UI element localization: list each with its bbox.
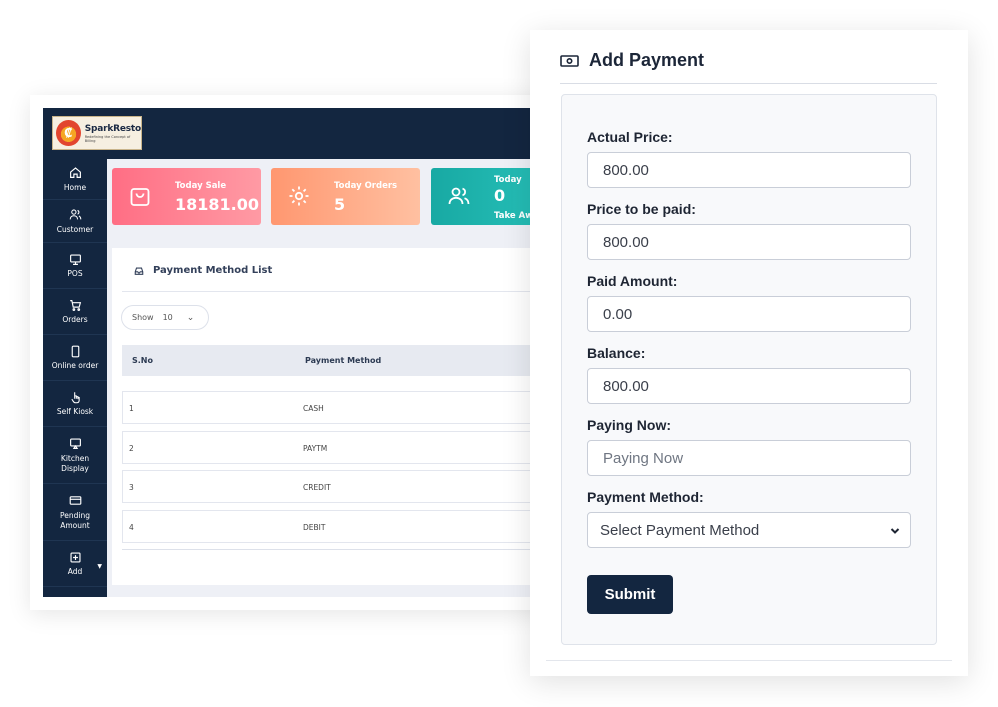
monitor-icon <box>68 252 82 266</box>
card-icon <box>68 494 82 508</box>
money-bill-icon <box>560 54 579 67</box>
cart-icon <box>68 298 82 312</box>
sidebar-item-label: Pending Amount <box>60 510 90 530</box>
add-payment-title: Add Payment <box>589 50 705 70</box>
users-icon <box>68 208 82 222</box>
cell-sno: 4 <box>129 523 134 532</box>
stat-value: 0 <box>494 186 506 205</box>
table-header: S.No Payment Method <box>122 345 590 376</box>
sidebar-item-online-order[interactable]: Online order <box>43 335 107 381</box>
paid-amount-field[interactable]: 0.00 <box>587 296 911 332</box>
divider <box>546 660 952 661</box>
stat-label: Today <box>494 175 522 185</box>
sidebar-item-add[interactable]: Add ▼ <box>43 541 107 587</box>
column-header-sno[interactable]: S.No <box>132 356 153 365</box>
cell-payment-method: DEBIT <box>303 523 326 532</box>
brand-name: SparkResto <box>84 123 142 134</box>
screenshot-stage: ₡ SparkResto Redefining the Concept of B… <box>0 0 998 707</box>
sidebar-item-kitchen-display[interactable]: Kitchen Display <box>43 427 107 484</box>
balance-label: Balance: <box>587 345 646 361</box>
submit-button[interactable]: Submit <box>587 575 673 614</box>
cell-payment-method: CREDIT <box>303 483 331 492</box>
actual-price-field[interactable]: 800.00 <box>587 152 911 188</box>
stat-label: Today Orders <box>334 181 398 191</box>
plus-square-icon <box>68 550 82 564</box>
logo-icon: ₡ <box>56 120 81 146</box>
divider <box>122 291 590 292</box>
sidebar-item-label: Add <box>67 567 83 576</box>
mobile-icon <box>68 344 82 358</box>
cell-payment-method: PAYTM <box>303 444 328 453</box>
add-payment-header: Add Payment <box>560 50 704 71</box>
sidebar-item-label: Kitchen Display <box>60 453 90 473</box>
column-header-payment-method[interactable]: Payment Method <box>305 356 381 365</box>
actual-price-label: Actual Price: <box>587 129 673 145</box>
payment-method-label: Payment Method: <box>587 489 704 505</box>
table-row[interactable]: 2 PAYTM <box>122 431 590 464</box>
sidebar-item-label: Orders <box>62 315 88 324</box>
sparkresto-app: ₡ SparkResto Redefining the Concept of B… <box>43 108 590 597</box>
stat-sublabel: Take Aw <box>494 211 534 221</box>
price-to-be-paid-field[interactable]: 800.00 <box>587 224 911 260</box>
cell-payment-method: CASH <box>303 404 324 413</box>
sidebar-item-pos[interactable]: POS <box>43 243 107 289</box>
home-icon <box>68 166 82 180</box>
paid-amount-label: Paid Amount: <box>587 273 678 289</box>
show-label: Show <box>132 313 154 322</box>
divider <box>560 83 937 84</box>
add-payment-card: Add Payment Actual Price: 800.00 Price t… <box>530 30 968 676</box>
balance-field[interactable]: 800.00 <box>587 368 911 404</box>
hand-pointer-icon <box>68 390 82 404</box>
stat-label: Today Sale <box>175 181 227 191</box>
today-orders-card[interactable]: Today Orders 5 <box>271 168 420 225</box>
sidebar-item-self-kiosk[interactable]: Self Kiosk <box>43 381 107 427</box>
sidebar-item-customer[interactable]: Customer <box>43 200 107 243</box>
sidebar-item-label: Customer <box>56 224 94 234</box>
sidebar-item-label: Self Kiosk <box>56 407 94 416</box>
users-icon <box>447 184 471 208</box>
sidebar-item-pending-amount[interactable]: Pending Amount <box>43 484 107 541</box>
gear-icon <box>287 184 311 208</box>
stat-value: 18181.00 <box>175 195 260 214</box>
price-to-be-paid-label: Price to be paid: <box>587 201 696 217</box>
cell-sno: 3 <box>129 483 134 492</box>
add-payment-form: Actual Price: 800.00 Price to be paid: 8… <box>561 94 937 645</box>
table-row[interactable]: 4 DEBIT <box>122 510 590 543</box>
paying-now-input[interactable]: Paying Now <box>587 440 911 476</box>
top-bar: ₡ SparkResto Redefining the Concept of B… <box>43 108 590 159</box>
sidebar-item-home[interactable]: Home <box>43 159 107 200</box>
brand-logo[interactable]: ₡ SparkResto Redefining the Concept of B… <box>52 116 142 150</box>
sidebar-item-label: Online order <box>51 361 99 370</box>
sidebar-item-orders[interactable]: Orders <box>43 289 107 335</box>
paying-now-label: Paying Now: <box>587 417 672 433</box>
stat-value: 5 <box>334 195 346 214</box>
table-bottom-border <box>122 549 590 550</box>
sidebar-item-label: POS <box>67 269 83 278</box>
inbox-icon <box>134 267 144 275</box>
panel-header: Payment Method List <box>134 265 272 276</box>
chevron-down-icon <box>890 528 900 534</box>
shopping-bag-icon <box>128 184 152 208</box>
sidebar: Home Customer POS Orders Online order Se… <box>43 159 107 597</box>
payment-method-selected: Select Payment Method <box>600 521 760 539</box>
page-size-select[interactable]: Show 10 ⌄ <box>121 305 209 330</box>
app-preview-card: ₡ SparkResto Redefining the Concept of B… <box>30 95 590 610</box>
page-size-value: 10 <box>162 313 173 322</box>
caret-down-icon: ▼ <box>97 563 102 570</box>
cell-sno: 1 <box>129 404 134 413</box>
display-icon <box>68 437 82 451</box>
panel-title: Payment Method List <box>153 265 273 276</box>
sidebar-item-label: Home <box>63 182 87 192</box>
table-row[interactable]: 3 CREDIT <box>122 470 590 503</box>
payment-method-select[interactable]: Select Payment Method <box>587 512 911 548</box>
cell-sno: 2 <box>129 444 134 453</box>
logo-text: SparkResto Redefining the Concept of Bil… <box>84 123 142 143</box>
table-row[interactable]: 1 CASH <box>122 391 590 424</box>
chevron-down-icon: ⌄ <box>186 312 195 323</box>
brand-tagline: Redefining the Concept of Billing <box>84 134 131 143</box>
today-sale-card[interactable]: Today Sale 18181.00 <box>112 168 261 225</box>
payment-method-list-panel: Payment Method List Show 10 ⌄ S.No Payme… <box>112 248 590 585</box>
